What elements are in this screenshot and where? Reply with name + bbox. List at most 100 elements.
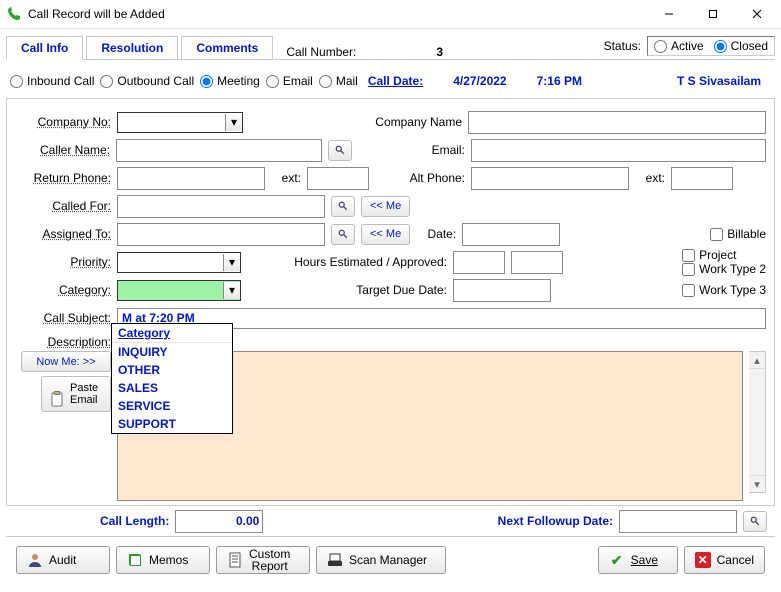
custom-report-button[interactable]: Custom Report <box>216 546 310 574</box>
user-name: T S Sivasailam <box>612 74 771 88</box>
next-followup-lookup-button[interactable] <box>743 511 767 532</box>
worktype2-checkbox[interactable] <box>682 263 695 276</box>
window-minimize-button[interactable] <box>647 1 691 27</box>
cancel-button[interactable]: ✕ Cancel <box>684 546 765 574</box>
paste-icon <box>50 379 64 410</box>
call-date-value: 4/27/2022 <box>453 74 506 88</box>
assigned-to-me-button[interactable]: << Me <box>361 224 410 245</box>
tab-call-info[interactable]: Call Info <box>6 36 83 60</box>
scroll-up-button[interactable]: ▴ <box>749 352 765 369</box>
target-due-label: Target Due Date: <box>247 283 447 297</box>
tab-resolution[interactable]: Resolution <box>86 36 178 60</box>
ext2-label: ext: <box>635 171 665 185</box>
assigned-to-lookup-button[interactable] <box>331 224 355 245</box>
calltype-meeting-radio[interactable] <box>200 75 213 88</box>
next-followup-label: Next Followup Date: <box>498 514 613 528</box>
scroll-down-button[interactable]: ▾ <box>749 475 765 492</box>
company-name-field[interactable] <box>468 111 766 134</box>
window-title: Call Record will be Added <box>28 7 647 21</box>
project-checkbox[interactable] <box>682 249 695 262</box>
category-option[interactable]: OTHER <box>112 361 232 379</box>
tab-comments[interactable]: Comments <box>181 36 273 60</box>
window-close-button[interactable] <box>735 1 779 27</box>
hours-app-field[interactable] <box>511 251 563 274</box>
scan-manager-button[interactable]: Scan Manager <box>316 546 446 574</box>
paste-email-button[interactable]: Paste Email <box>41 376 111 412</box>
category-option[interactable]: SUPPORT <box>112 415 232 433</box>
call-subject-label: Call Subject: <box>15 311 111 325</box>
company-no-label: Company No: <box>15 115 111 129</box>
email-field[interactable] <box>471 139 766 162</box>
assigned-to-field[interactable] <box>117 223 325 246</box>
ext1-label: ext: <box>271 171 301 185</box>
hours-label: Hours Estimated / Approved: <box>247 255 447 269</box>
calltype-outbound-radio[interactable] <box>100 75 113 88</box>
category-dropdown[interactable]: ▾ <box>117 280 241 301</box>
description-label: Description: <box>15 333 111 349</box>
check-icon: ✔ <box>609 552 625 568</box>
document-icon <box>227 552 243 568</box>
call-date-label: Call Date: <box>368 74 423 88</box>
description-scrollbar[interactable]: ▴ ▾ <box>749 351 766 493</box>
called-for-lookup-button[interactable] <box>331 196 355 217</box>
status-closed-radio[interactable] <box>714 40 727 53</box>
book-icon <box>127 552 143 568</box>
memos-button[interactable]: Memos <box>116 546 210 574</box>
call-length-label: Call Length: <box>100 514 169 528</box>
calltype-email-radio[interactable] <box>266 75 279 88</box>
assigned-to-label: Assigned To: <box>15 227 111 241</box>
category-dropdown-list[interactable]: Category INQUIRY OTHER SALES SERVICE SUP… <box>111 323 233 434</box>
alt-phone-field[interactable] <box>471 167 629 190</box>
window-maximize-button[interactable] <box>691 1 735 27</box>
priority-dropdown[interactable]: ▾ <box>117 252 241 273</box>
search-icon <box>338 227 348 241</box>
category-dropdown-header: Category <box>112 324 232 343</box>
chevron-down-icon: ▾ <box>223 282 240 299</box>
call-length-field[interactable] <box>175 510 263 533</box>
person-icon <box>27 552 43 568</box>
caller-lookup-button[interactable] <box>328 140 352 161</box>
caller-name-label: Caller Name: <box>15 143 110 157</box>
category-option[interactable]: INQUIRY <box>112 343 232 361</box>
search-icon <box>750 514 760 528</box>
category-option[interactable]: SALES <box>112 379 232 397</box>
billable-checkbox[interactable] <box>710 228 723 241</box>
app-icon <box>6 6 22 22</box>
chevron-down-icon: ▾ <box>223 254 240 271</box>
category-label: Category: <box>15 283 111 297</box>
caller-name-field[interactable] <box>116 139 322 162</box>
alt-phone-label: Alt Phone: <box>375 171 465 185</box>
category-option[interactable]: SERVICE <box>112 397 232 415</box>
next-followup-field[interactable] <box>619 510 737 533</box>
save-button[interactable]: ✔ Save <box>598 546 678 574</box>
call-time-value: 7:16 PM <box>537 74 582 88</box>
scanner-icon <box>327 552 343 568</box>
close-icon: ✕ <box>695 552 711 568</box>
return-phone-label: Return Phone: <box>15 171 111 185</box>
status-active-radio[interactable] <box>654 40 667 53</box>
search-icon <box>335 143 345 157</box>
company-no-dropdown[interactable]: ▾ <box>117 112 243 133</box>
called-for-me-button[interactable]: << Me <box>361 196 410 217</box>
calltype-mail-radio[interactable] <box>319 75 332 88</box>
call-number-label: Call Number: <box>286 45 356 59</box>
assigned-date-field[interactable] <box>462 223 560 246</box>
called-for-field[interactable] <box>117 195 325 218</box>
called-for-label: Called For: <box>15 199 111 213</box>
company-name-label: Company Name <box>332 115 462 129</box>
window-titlebar: Call Record will be Added <box>0 0 781 29</box>
target-due-field[interactable] <box>453 279 551 302</box>
status-radio-group: Active Closed <box>647 36 775 56</box>
status-label: Status: <box>604 39 641 53</box>
ext1-field[interactable] <box>307 167 369 190</box>
ext2-field[interactable] <box>671 167 733 190</box>
worktype3-checkbox[interactable] <box>682 284 695 297</box>
calltype-inbound-radio[interactable] <box>10 75 23 88</box>
audit-button[interactable]: Audit <box>16 546 110 574</box>
return-phone-field[interactable] <box>117 167 265 190</box>
chevron-down-icon: ▾ <box>225 114 242 131</box>
hours-est-field[interactable] <box>453 251 505 274</box>
email-label: Email: <box>358 143 465 157</box>
search-icon <box>338 199 348 213</box>
now-me-button[interactable]: Now Me: >> <box>21 351 111 372</box>
